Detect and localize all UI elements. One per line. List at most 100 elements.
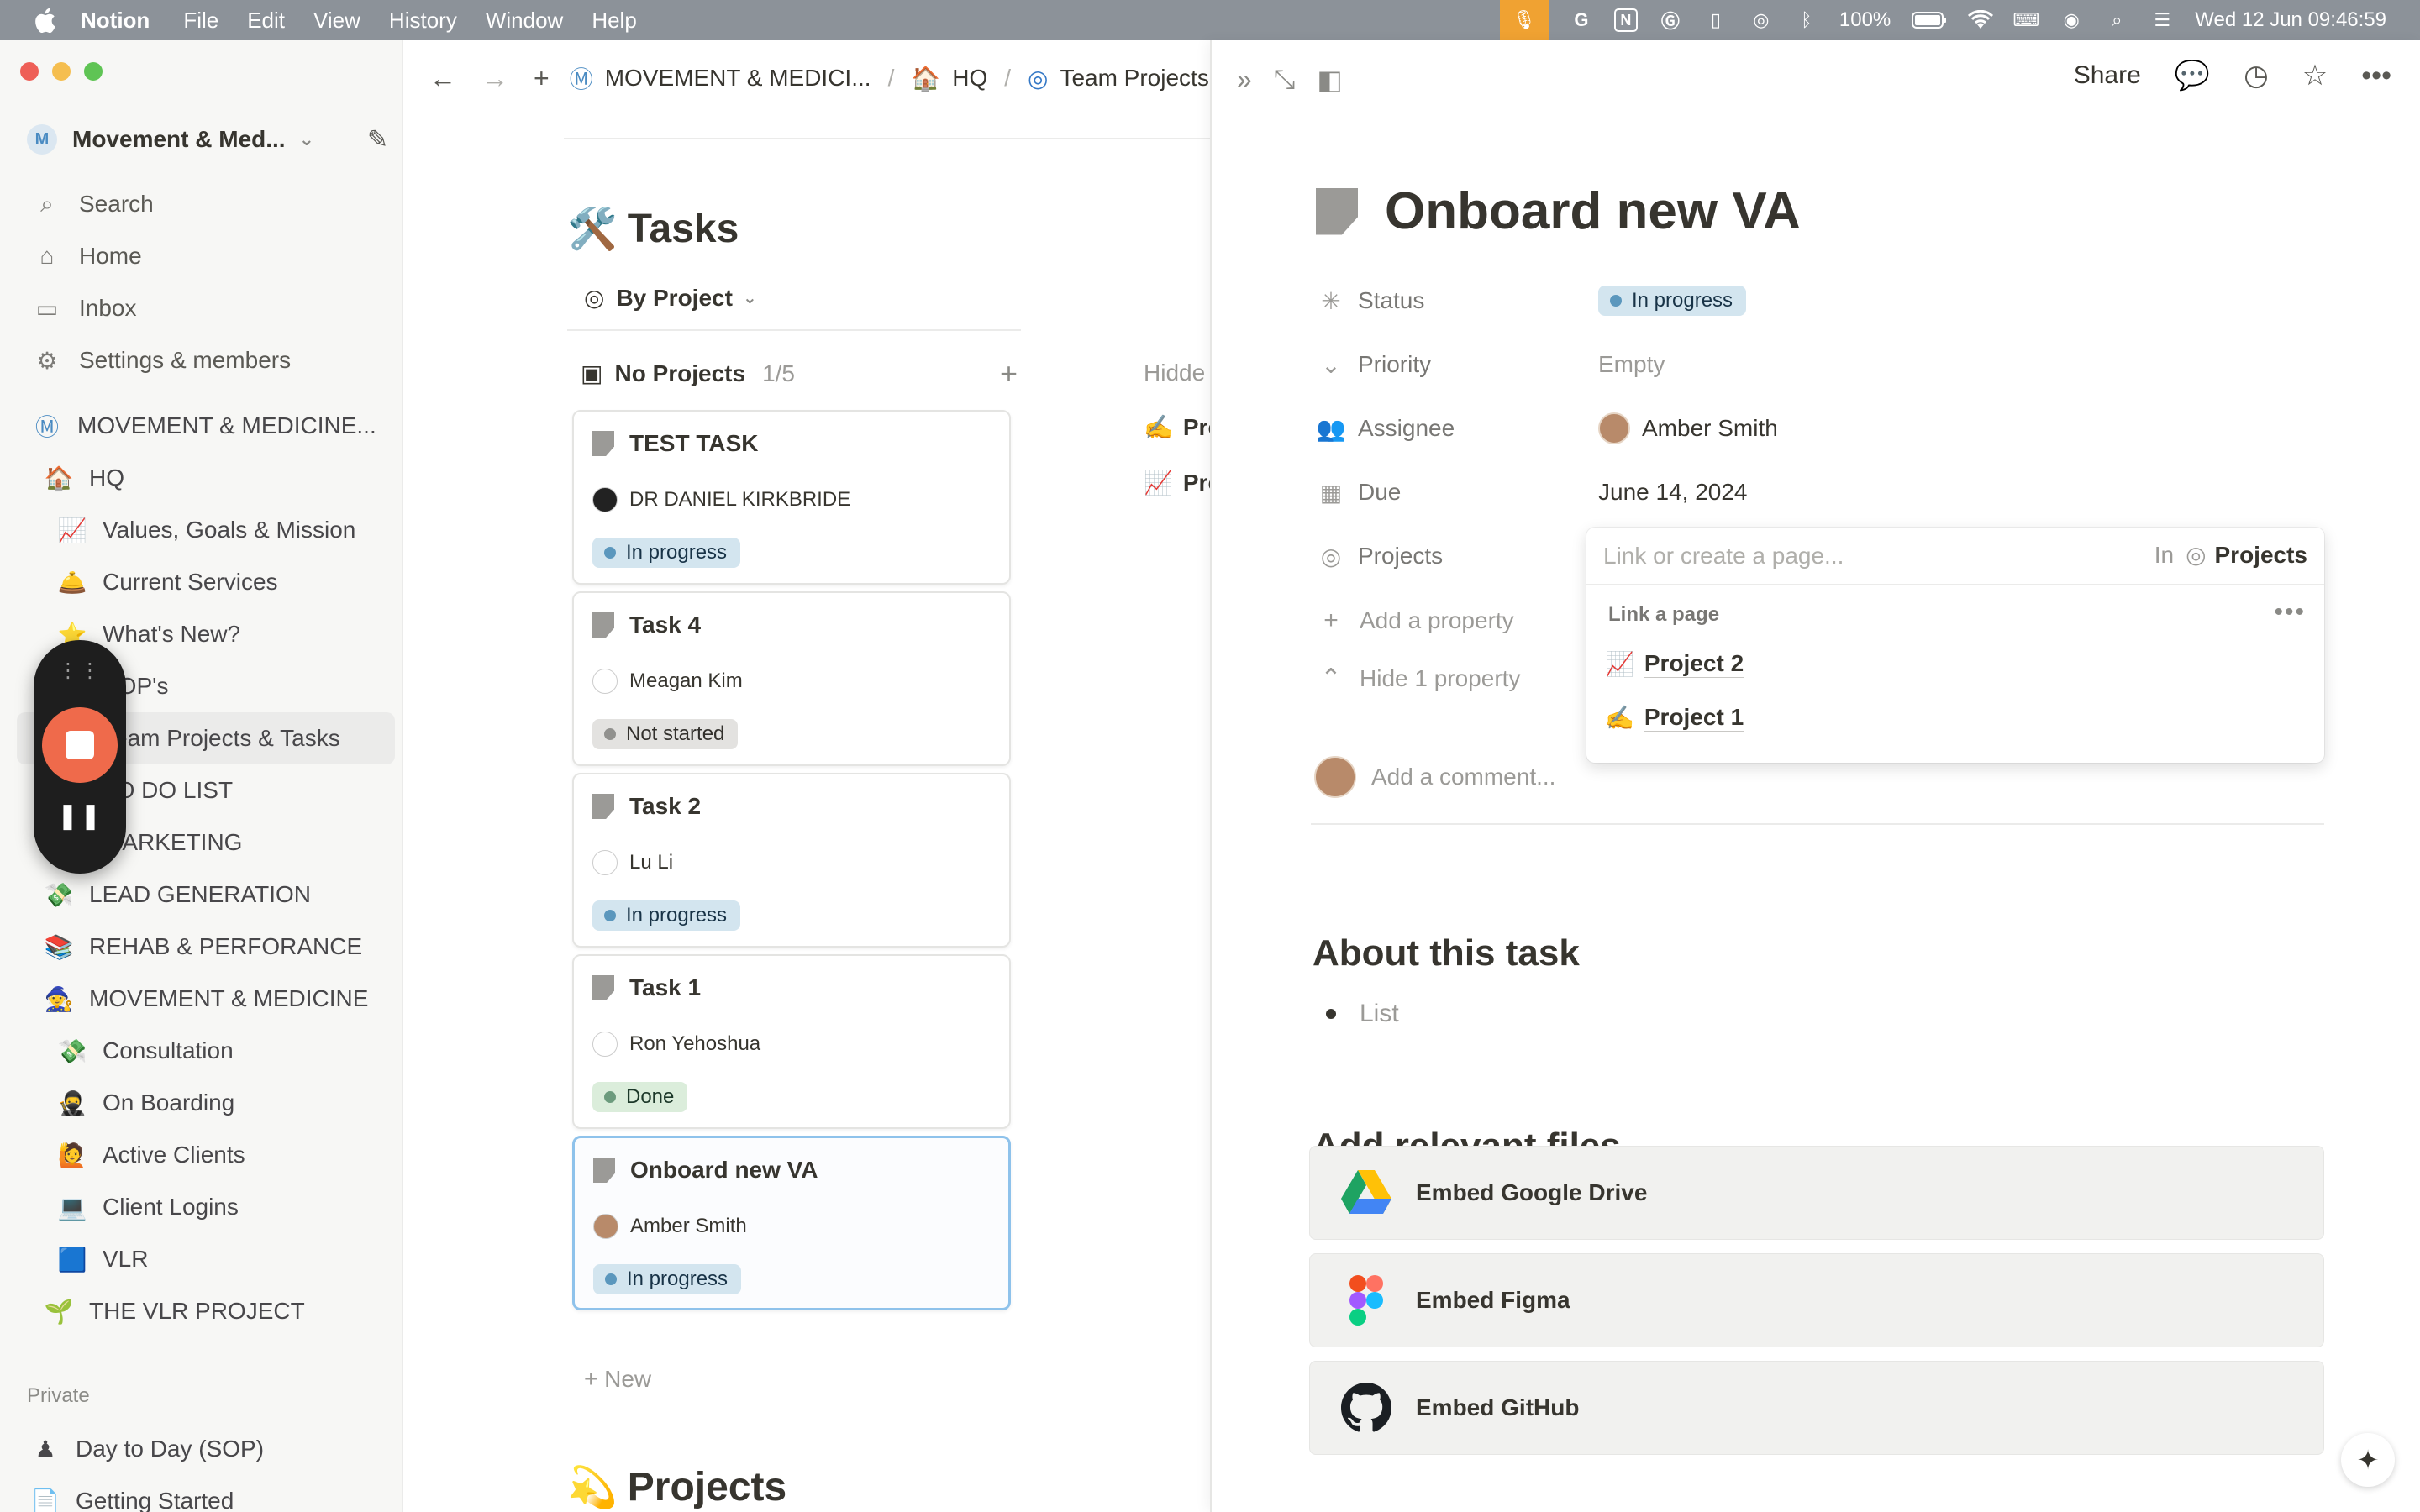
embed-github-button[interactable]: Embed GitHub: [1309, 1361, 2324, 1455]
relation-option-project-2[interactable]: 📈 Project 2: [1605, 650, 1744, 678]
menu-history[interactable]: History: [389, 8, 457, 34]
notion-tray-icon[interactable]: N: [1613, 8, 1638, 32]
more-icon[interactable]: •••: [2274, 598, 2306, 627]
task-card[interactable]: Task 4 Meagan Kim Not started: [572, 591, 1011, 766]
breadcrumb-hq[interactable]: 🏠 HQ: [911, 65, 987, 92]
sidebar-page-17[interactable]: 🌱 THE VLR PROJECT: [17, 1285, 395, 1337]
sidebar-page-2[interactable]: 📈 Values, Goals & Mission: [17, 504, 395, 556]
embed-google-drive-button[interactable]: Embed Google Drive: [1309, 1146, 2324, 1240]
breadcrumb-team-projects[interactable]: ◎ Team Projects: [1028, 65, 1209, 92]
menu-app-name[interactable]: Notion: [81, 8, 150, 34]
close-peek-icon[interactable]: »: [1237, 64, 1252, 96]
property-value[interactable]: June 14, 2024: [1598, 479, 1748, 506]
keyboard-icon[interactable]: ⌨: [2012, 8, 2039, 33]
sidebar-item-settings[interactable]: ⚙ Settings & members: [17, 334, 395, 386]
sidebar-item-getting-started[interactable]: 📄 Getting Started: [17, 1475, 395, 1512]
add-icon[interactable]: +: [534, 63, 550, 94]
sidebar-page-9[interactable]: 💸 LEAD GENERATION: [17, 869, 395, 921]
share-button[interactable]: Share: [2074, 61, 2141, 90]
sidebar-page-10[interactable]: 📚 REHAB & PERFORANCE: [17, 921, 395, 973]
status-badge[interactable]: In progress: [1598, 286, 1747, 316]
airdrop-icon[interactable]: ◎: [1749, 8, 1774, 33]
bluetooth-icon[interactable]: ᛒ: [1794, 8, 1819, 33]
breadcrumb-workspace[interactable]: Ⓜ MOVEMENT & MEDICI...: [570, 61, 871, 95]
comment-icon[interactable]: 💬: [2175, 59, 2210, 92]
bullet-list-item[interactable]: List: [1326, 1000, 1399, 1028]
menu-window[interactable]: Window: [486, 8, 563, 34]
sidebar-page-0[interactable]: Ⓜ MOVEMENT & MEDICINE...: [17, 400, 395, 452]
property-value[interactable]: In progress: [1598, 286, 1747, 316]
forward-arrow-icon[interactable]: →: [481, 63, 508, 94]
back-arrow-icon[interactable]: ←: [429, 63, 456, 94]
hide-property-button[interactable]: ⌃ Hide 1 property: [1316, 664, 1520, 693]
embed-figma-button[interactable]: Embed Figma: [1309, 1253, 2324, 1347]
g-circle-icon[interactable]: Ⓖ: [1658, 8, 1683, 33]
more-icon[interactable]: •••: [2361, 60, 2391, 92]
comment-input[interactable]: Add a comment...: [1314, 756, 1555, 798]
task-card[interactable]: Task 2 Lu Li In progress: [572, 773, 1011, 948]
sidebar-page-1[interactable]: 🏠 HQ: [17, 452, 395, 504]
database-title[interactable]: 🛠️ Tasks: [567, 205, 739, 253]
hidden-group-item[interactable]: 📈 Pro: [1144, 469, 1211, 496]
battery-icon[interactable]: [1911, 8, 1948, 33]
page-emoji-icon: 📈: [57, 517, 87, 543]
sidebar-item-home[interactable]: ⌂ Home: [17, 230, 395, 282]
main-page: ← → + Ⓜ MOVEMENT & MEDICI... / 🏠 HQ / ◎ Tea…: [404, 40, 1211, 1512]
database-indicator[interactable]: In ◎ Projects: [2154, 541, 2307, 569]
sidebar-page-3[interactable]: 🛎️ Current Services: [17, 556, 395, 608]
sidebar-page-14[interactable]: 🙋 Active Clients: [17, 1129, 395, 1181]
menu-view[interactable]: View: [313, 8, 360, 34]
star-icon[interactable]: ☆: [2302, 59, 2328, 92]
hidden-group-item[interactable]: ✍️ Pro: [1144, 413, 1211, 441]
add-card-icon[interactable]: +: [1000, 356, 1018, 391]
sidebar-page-16[interactable]: 🟦 VLR: [17, 1233, 395, 1285]
expand-icon[interactable]: ⤡: [1274, 64, 1296, 96]
task-card[interactable]: TEST TASK DR DANIEL KIRKBRIDE In progress: [572, 410, 1011, 585]
sidebar-page-11[interactable]: 🧙 MOVEMENT & MEDICINE: [17, 973, 395, 1025]
hidden-groups-label[interactable]: Hidde: [1144, 360, 1205, 386]
sidebar-item-search[interactable]: ⌕ Search: [17, 178, 395, 230]
menu-help[interactable]: Help: [592, 8, 636, 34]
grammarly-icon[interactable]: G: [1569, 8, 1594, 33]
sidebar-item-inbox[interactable]: ▭ Inbox: [17, 282, 395, 334]
close-window-button[interactable]: [20, 62, 39, 81]
sidebar-item-day-to-day[interactable]: ♟ Day to Day (SOP): [17, 1423, 395, 1475]
projects-database-title[interactable]: 💫 Projects: [567, 1463, 786, 1511]
menu-file[interactable]: File: [183, 8, 218, 34]
task-card[interactable]: Onboard new VA Amber Smith In progress: [572, 1136, 1011, 1310]
control-center-icon[interactable]: ☰: [2149, 8, 2175, 33]
user-icon[interactable]: ◉: [2059, 8, 2084, 33]
sidebar-page-12[interactable]: 💸 Consultation: [17, 1025, 395, 1077]
wifi-icon[interactable]: [1968, 8, 1994, 33]
peek-mode-icon[interactable]: ◧: [1317, 64, 1342, 96]
status-dot: [1610, 295, 1622, 307]
ai-sparkle-button[interactable]: ✦: [2341, 1433, 2395, 1487]
add-property-button[interactable]: + Add a property: [1316, 606, 1513, 635]
stop-recording-button[interactable]: [42, 707, 118, 783]
minimize-window-button[interactable]: [52, 62, 71, 81]
clock-icon[interactable]: ◷: [2244, 59, 2269, 92]
property-value[interactable]: Amber Smith: [1598, 412, 1778, 444]
drag-handle-icon[interactable]: ⋮⋮: [34, 659, 126, 683]
breadcrumb-separator: /: [887, 65, 895, 91]
property-value[interactable]: Empty: [1598, 351, 1665, 378]
task-card[interactable]: Task 1 Ron Yehoshua Done: [572, 954, 1011, 1129]
menu-edit[interactable]: Edit: [247, 8, 285, 34]
pause-recording-button[interactable]: ❚❚: [34, 801, 126, 831]
new-page-icon[interactable]: ✎: [367, 125, 388, 155]
search-icon[interactable]: ⌕: [2104, 8, 2129, 33]
apple-icon[interactable]: [34, 8, 55, 33]
page-title[interactable]: Onboard new VA: [1316, 181, 1801, 241]
maximize-window-button[interactable]: [84, 62, 103, 81]
new-card-button[interactable]: + New: [584, 1366, 651, 1393]
workspace-switcher[interactable]: M Movement & Med... ⌄ ✎: [27, 124, 388, 155]
sidebar-page-15[interactable]: 💻 Client Logins: [17, 1181, 395, 1233]
clipboard-icon[interactable]: ▯: [1703, 8, 1728, 33]
microphone-icon[interactable]: 🎙: [1499, 0, 1549, 40]
view-tab-by-project[interactable]: ◎ By Project ⌄: [584, 284, 757, 312]
relation-search-input[interactable]: [1603, 539, 2107, 573]
sidebar-page-13[interactable]: 🥷 On Boarding: [17, 1077, 395, 1129]
about-heading[interactable]: About this task: [1313, 932, 1580, 974]
sidebar-item-label: Day to Day (SOP): [76, 1436, 265, 1462]
relation-option-project-1[interactable]: ✍️ Project 1: [1605, 704, 1744, 732]
